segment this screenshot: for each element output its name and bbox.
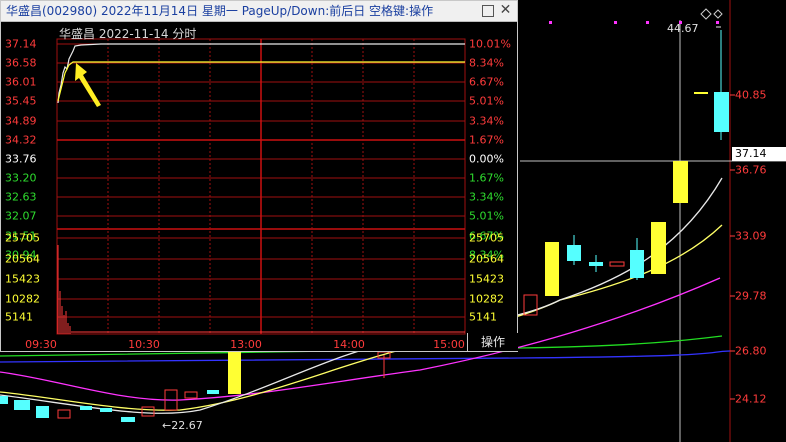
low-price-label: ←22.67 [162,419,203,432]
price-label: 32.63 [5,190,37,204]
time-label: 13:00 [230,338,262,351]
volume-label: 10282 [5,292,40,306]
time-label: 14:00 [333,338,365,351]
price-label: 36.01 [5,75,37,89]
time-label: 15:00 [433,338,465,351]
percent-label: 8.34% [469,56,504,70]
price-label: 33.20 [5,171,37,185]
close-icon[interactable]: ✕ [499,3,512,17]
peak-price-label: 44.67 [667,22,699,35]
price-label: 37.14 [5,37,37,51]
kline-window[interactable]: 40.85 36.76 33.09 29.78 26.80 24.12 37.1… [0,0,786,442]
price-axis-label: 40.85 [735,88,767,102]
price-label: 33.76 [5,152,37,166]
price-label: 36.58 [5,56,37,70]
volume-label: 20564 [5,252,40,266]
price-label: 34.89 [5,114,37,128]
operate-button[interactable]: 操作 [467,333,518,351]
price-axis-label: 33.09 [735,229,767,243]
diamond-marker-icon [713,9,723,19]
annotation-arrow-icon [75,63,101,107]
price-label: 34.32 [5,133,37,147]
volume-label: 20564 [469,252,504,266]
popup-title: 华盛昌(002980) 2022年11月14日 星期一 PageUp/Down:… [6,4,434,18]
volume-label: 15423 [5,272,40,286]
intraday-chart[interactable] [1,21,517,352]
percent-label: 3.34% [469,114,504,128]
price-label: 35.45 [5,94,37,108]
time-label: 09:30 [25,338,57,351]
diamond-marker-icon [700,8,712,20]
current-price-tag: 37.14 [732,147,786,161]
price-axis-label: 29.78 [735,289,767,303]
volume-label: 15423 [469,272,504,286]
percent-label: 5.01% [469,94,504,108]
percent-label: 1.67% [469,171,504,185]
intraday-chart-title: 华盛昌 2022-11-14 分时 [59,27,197,41]
price-axis-label: 36.76 [735,163,767,177]
percent-label: 5.01% [469,209,504,223]
percent-label: 6.67% [469,75,504,89]
price-axis-label: 26.80 [735,344,767,358]
volume-bars [57,245,71,334]
percent-label: 1.67% [469,133,504,147]
time-label: 10:30 [128,338,160,351]
price-label: 32.07 [5,209,37,223]
volume-label: 25705 [469,231,504,245]
percent-label: 3.34% [469,190,504,204]
price-axis-label: 24.12 [735,392,767,406]
percent-label: 10.01% [469,37,511,51]
percent-label: 0.00% [469,152,504,166]
popup-title-bar[interactable]: 华盛昌(002980) 2022年11月14日 星期一 PageUp/Down:… [1,1,517,22]
volume-label: 5141 [5,310,33,324]
intraday-popup-window[interactable]: 华盛昌(002980) 2022年11月14日 星期一 PageUp/Down:… [0,0,518,352]
restore-icon[interactable] [482,5,494,17]
volume-label: 25705 [5,231,40,245]
volume-label: 5141 [469,310,497,324]
volume-label: 10282 [469,292,504,306]
